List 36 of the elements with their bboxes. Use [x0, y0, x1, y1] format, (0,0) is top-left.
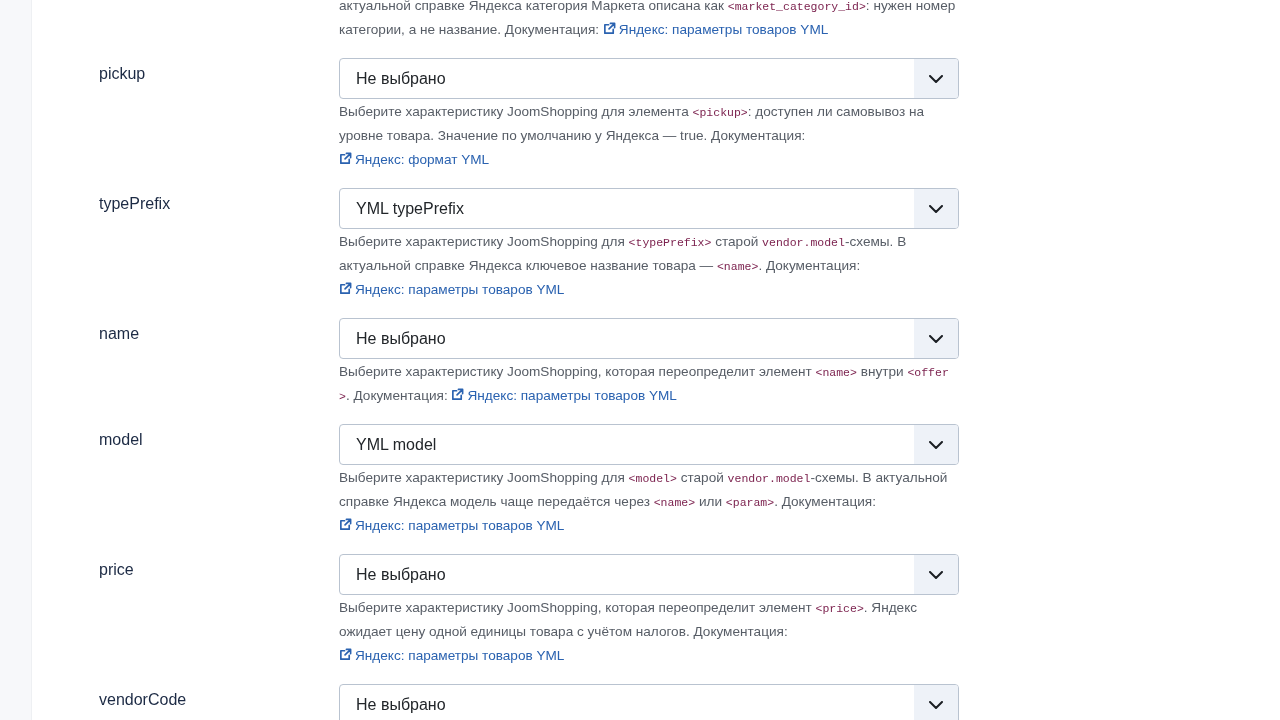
field-description: Выберите характеристику JoomShopping, которая переопределит элемент <price>. Яндекс ожидает цену одной единицы товара с учётом налогов. Документация: Яндекс: параметры товаров YML — [339, 599, 919, 665]
documentation-link[interactable]: Яндекс: параметры товаров YML — [602, 22, 829, 37]
select-dropdown[interactable]: Не выбрано — [339, 58, 959, 99]
documentation-link[interactable]: Яндекс: параметры товаров YML — [451, 388, 677, 403]
field-label: price — [99, 560, 134, 580]
external-link-icon — [339, 152, 352, 165]
field-label: vendorCode — [99, 690, 187, 710]
chevron-down-icon — [929, 700, 943, 709]
field-description: Выберите характеристику JoomShopping для элемента <pickup>: доступен ли самовывоз на уровне товара. Значение по умолчанию у Яндекса — true. Документация: Яндекс: формат YML — [339, 103, 926, 169]
external-link-icon — [451, 388, 465, 401]
external-link-icon — [339, 282, 352, 295]
field-label: name — [99, 324, 140, 344]
select-dropdown[interactable]: Не выбрано — [339, 684, 959, 720]
field-description: Выберите характеристику JoomShopping для <model> старой vendor.model-схемы. В актуальной справке Яндекса модель чаще передаётся через <name> или <param>. Документация: Яндекс: параметры товаров YML — [339, 469, 949, 535]
chevron-down-icon — [929, 440, 943, 449]
select-dropdown[interactable]: YML model — [339, 424, 959, 465]
select-dropdown[interactable]: YML typePrefix — [339, 188, 959, 229]
documentation-link[interactable]: Яндекс: параметры товаров YML — [339, 282, 565, 297]
field-description: Выберите характеристику JoomShopping, которая переопределит элемент <name> внутри <offer>. Документация: Яндекс: параметры товаров YML — [339, 363, 950, 405]
external-link-icon — [602, 22, 616, 35]
select-dropdown[interactable]: Не выбрано — [339, 318, 959, 359]
field-description: актуальной справке Яндекса категория Маркета описана как <market_category_id>: нужен номер категории, а не название. Документация: Яндекс: параметры товаров YML — [339, 0, 957, 39]
documentation-link[interactable]: Яндекс: формат YML — [339, 152, 490, 167]
field-label: typePrefix — [99, 194, 171, 214]
chevron-down-icon — [929, 74, 943, 83]
documentation-link[interactable]: Яндекс: параметры товаров YML — [339, 648, 565, 663]
documentation-link[interactable]: Яндекс: параметры товаров YML — [339, 518, 565, 533]
select-dropdown[interactable]: Не выбрано — [339, 554, 959, 595]
field-description: Выберите характеристику JoomShopping для <typePrefix> старой vendor.model-схемы. В актуальной справке Яндекса ключевое название товара — <name>. Документация: Яндекс: параметры товаров YML — [339, 233, 908, 299]
external-link-icon — [339, 518, 352, 531]
field-label: pickup — [99, 64, 146, 84]
chevron-down-icon — [929, 570, 943, 579]
field-label: model — [99, 430, 143, 450]
chevron-down-icon — [929, 204, 943, 213]
chevron-down-icon — [929, 334, 943, 343]
external-link-icon — [339, 648, 352, 661]
